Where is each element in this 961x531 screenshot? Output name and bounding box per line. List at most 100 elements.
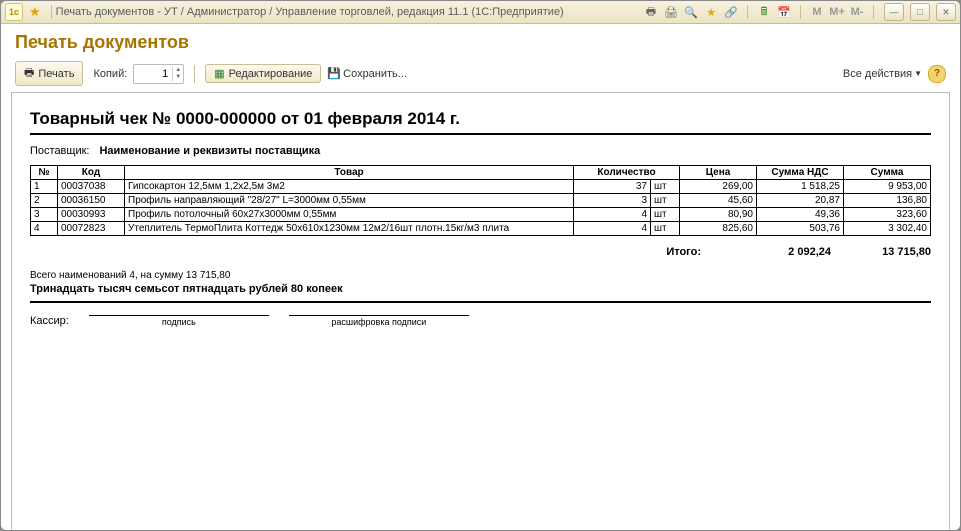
memory-mplus-icon[interactable]: M+ xyxy=(829,4,845,20)
spin-up-icon[interactable]: ▲ xyxy=(173,67,183,74)
edit-button[interactable]: ▦ Редактирование xyxy=(205,64,321,83)
totals-row: Итого: 2 092,24 13 715,80 xyxy=(30,246,931,258)
save-icon: 💾 xyxy=(327,67,341,80)
window-title: Печать документов - УТ / Администратор /… xyxy=(56,6,643,18)
cell-sum: 3 302,40 xyxy=(844,222,931,236)
document-area[interactable]: Товарный чек № 0000-000000 от 01 февраля… xyxy=(11,92,950,531)
page-header: Печать документов xyxy=(1,24,960,59)
cell-sum: 323,60 xyxy=(844,208,931,222)
calendar-icon[interactable]: 📅 xyxy=(776,4,792,20)
close-button[interactable]: ✕ xyxy=(936,3,956,21)
cashier-label: Кассир: xyxy=(30,315,69,327)
divider xyxy=(30,133,931,135)
preview-icon[interactable]: 🔍 xyxy=(683,4,699,20)
cell-price: 80,90 xyxy=(680,208,757,222)
print2-icon[interactable]: 🖨 xyxy=(663,4,679,20)
supplier-value: Наименование и реквизиты поставщика xyxy=(99,145,320,157)
cell-qty: 3 xyxy=(574,194,651,208)
cell-num: 3 xyxy=(31,208,58,222)
calc-icon[interactable]: 🖩 xyxy=(756,4,772,20)
cell-price: 825,60 xyxy=(680,222,757,236)
cell-sum: 136,80 xyxy=(844,194,931,208)
all-actions-button[interactable]: Все действия ▼ xyxy=(843,68,922,80)
cell-price: 45,60 xyxy=(680,194,757,208)
cell-unit: шт xyxy=(651,180,680,194)
col-name: Товар xyxy=(125,166,574,180)
help-button[interactable]: ? xyxy=(928,65,946,83)
totals-sum: 13 715,80 xyxy=(831,246,931,258)
cell-vat: 503,76 xyxy=(757,222,844,236)
cell-vat: 1 518,25 xyxy=(757,180,844,194)
cell-num: 4 xyxy=(31,222,58,236)
minimize-button[interactable]: — xyxy=(884,3,904,21)
supplier-row: Поставщик: Наименование и реквизиты пост… xyxy=(30,145,931,157)
page-title: Печать документов xyxy=(15,32,946,53)
favorite-icon[interactable]: ★ xyxy=(29,4,41,20)
table-row: 200036150Профиль направляющий "28/27" L=… xyxy=(31,194,931,208)
cell-price: 269,00 xyxy=(680,180,757,194)
print-button[interactable]: 🖶 Печать xyxy=(15,61,83,86)
app-logo-icon: 1c xyxy=(5,3,23,21)
supplier-label: Поставщик: xyxy=(30,145,89,157)
cell-code: 00030993 xyxy=(58,208,125,222)
maximize-button[interactable]: □ xyxy=(910,3,930,21)
col-qty: Количество xyxy=(574,166,680,180)
items-table: № Код Товар Количество Цена Сумма НДС Су… xyxy=(30,165,931,236)
edit-icon: ▦ xyxy=(214,67,224,80)
star-icon[interactable]: ★ xyxy=(703,4,719,20)
table-header-row: № Код Товар Количество Цена Сумма НДС Су… xyxy=(31,166,931,180)
save-button[interactable]: 💾 Сохранить... xyxy=(327,67,407,80)
cell-vat: 49,36 xyxy=(757,208,844,222)
cell-vat: 20,87 xyxy=(757,194,844,208)
cell-qty: 4 xyxy=(574,208,651,222)
cell-name: Профиль потолочный 60х27х3000мм 0,55мм xyxy=(125,208,574,222)
doc-title: Товарный чек № 0000-000000 от 01 февраля… xyxy=(30,109,931,129)
titlebar: 1c ★ Печать документов - УТ / Администра… xyxy=(1,1,960,24)
copies-input[interactable] xyxy=(134,68,172,80)
cell-code: 00036150 xyxy=(58,194,125,208)
table-row: 300030993Профиль потолочный 60х27х3000мм… xyxy=(31,208,931,222)
table-row: 100037038Гипсокартон 12,5мм 1,2х2,5м 3м2… xyxy=(31,180,931,194)
decipher-line: расшифровка подписи xyxy=(289,315,469,327)
all-actions-label: Все действия xyxy=(843,68,912,80)
col-vat: Сумма НДС xyxy=(757,166,844,180)
cell-name: Гипсокартон 12,5мм 1,2х2,5м 3м2 xyxy=(125,180,574,194)
summary-block: Всего наименований 4, на сумму 13 715,80… xyxy=(30,270,931,295)
copies-spinner[interactable]: ▲ ▼ xyxy=(133,64,184,84)
cell-code: 00072823 xyxy=(58,222,125,236)
cell-unit: шт xyxy=(651,222,680,236)
cell-unit: шт xyxy=(651,194,680,208)
signature-row: Кассир: подпись расшифровка подписи xyxy=(30,315,931,327)
edit-button-label: Редактирование xyxy=(229,68,313,80)
cell-sum: 9 953,00 xyxy=(844,180,931,194)
save-button-label: Сохранить... xyxy=(343,68,407,80)
cell-qty: 37 xyxy=(574,180,651,194)
summary-line: Всего наименований 4, на сумму 13 715,80 xyxy=(30,270,931,281)
memory-m-icon[interactable]: M xyxy=(809,4,825,20)
table-row: 400072823Утеплитель ТермоПлита Коттедж 5… xyxy=(31,222,931,236)
cell-name: Утеплитель ТермоПлита Коттедж 50х610х123… xyxy=(125,222,574,236)
print-icon[interactable]: 🖶 xyxy=(643,4,659,20)
col-sum: Сумма xyxy=(844,166,931,180)
totals-label: Итого: xyxy=(621,246,731,258)
col-price: Цена xyxy=(680,166,757,180)
printer-icon: 🖶 xyxy=(24,64,34,83)
cell-code: 00037038 xyxy=(58,180,125,194)
app-window: 1c ★ Печать документов - УТ / Администра… xyxy=(0,0,961,531)
col-code: Код xyxy=(58,166,125,180)
cell-name: Профиль направляющий "28/27" L=3000мм 0,… xyxy=(125,194,574,208)
col-num: № xyxy=(31,166,58,180)
cell-num: 2 xyxy=(31,194,58,208)
copies-label: Копий: xyxy=(93,68,127,80)
signature-line: подпись xyxy=(89,315,269,327)
divider xyxy=(30,301,931,303)
totals-vat: 2 092,24 xyxy=(731,246,831,258)
summary-words: Тринадцать тысяч семьсот пятнадцать рубл… xyxy=(30,283,931,295)
print-button-label: Печать xyxy=(38,68,74,80)
memory-mminus-icon[interactable]: M- xyxy=(849,4,865,20)
cell-qty: 4 xyxy=(574,222,651,236)
cell-unit: шт xyxy=(651,208,680,222)
spin-down-icon[interactable]: ▼ xyxy=(173,74,183,81)
chevron-down-icon: ▼ xyxy=(914,69,922,78)
link-icon[interactable]: 🔗 xyxy=(723,4,739,20)
